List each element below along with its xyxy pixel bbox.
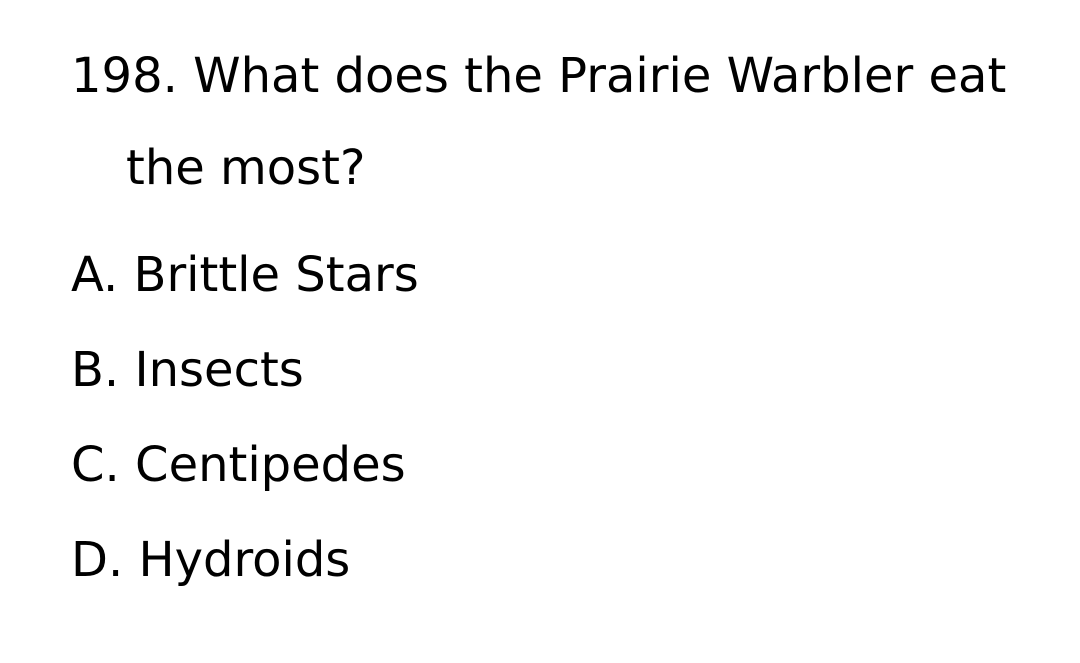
- option-label: Centipedes: [135, 437, 406, 493]
- answer-options: A. Brittle Stars B. Insects C. Centipede…: [71, 228, 419, 608]
- question-text: 198. What does the Prairie Warbler eat t…: [71, 30, 1080, 214]
- option-letter: A.: [71, 247, 119, 303]
- option-letter: D.: [71, 532, 124, 588]
- option-letter: B.: [71, 342, 120, 398]
- option-label: Hydroids: [138, 532, 351, 588]
- option-d: D. Hydroids: [71, 513, 419, 608]
- option-label: Insects: [134, 342, 304, 398]
- option-label: Brittle Stars: [133, 247, 419, 303]
- option-b: B. Insects: [71, 323, 419, 418]
- question-number: 198.: [71, 48, 178, 104]
- option-c: C. Centipedes: [71, 418, 419, 513]
- option-a: A. Brittle Stars: [71, 228, 419, 323]
- question-body: What does the Prairie Warbler eat the mo…: [126, 48, 1007, 196]
- option-letter: C.: [71, 437, 120, 493]
